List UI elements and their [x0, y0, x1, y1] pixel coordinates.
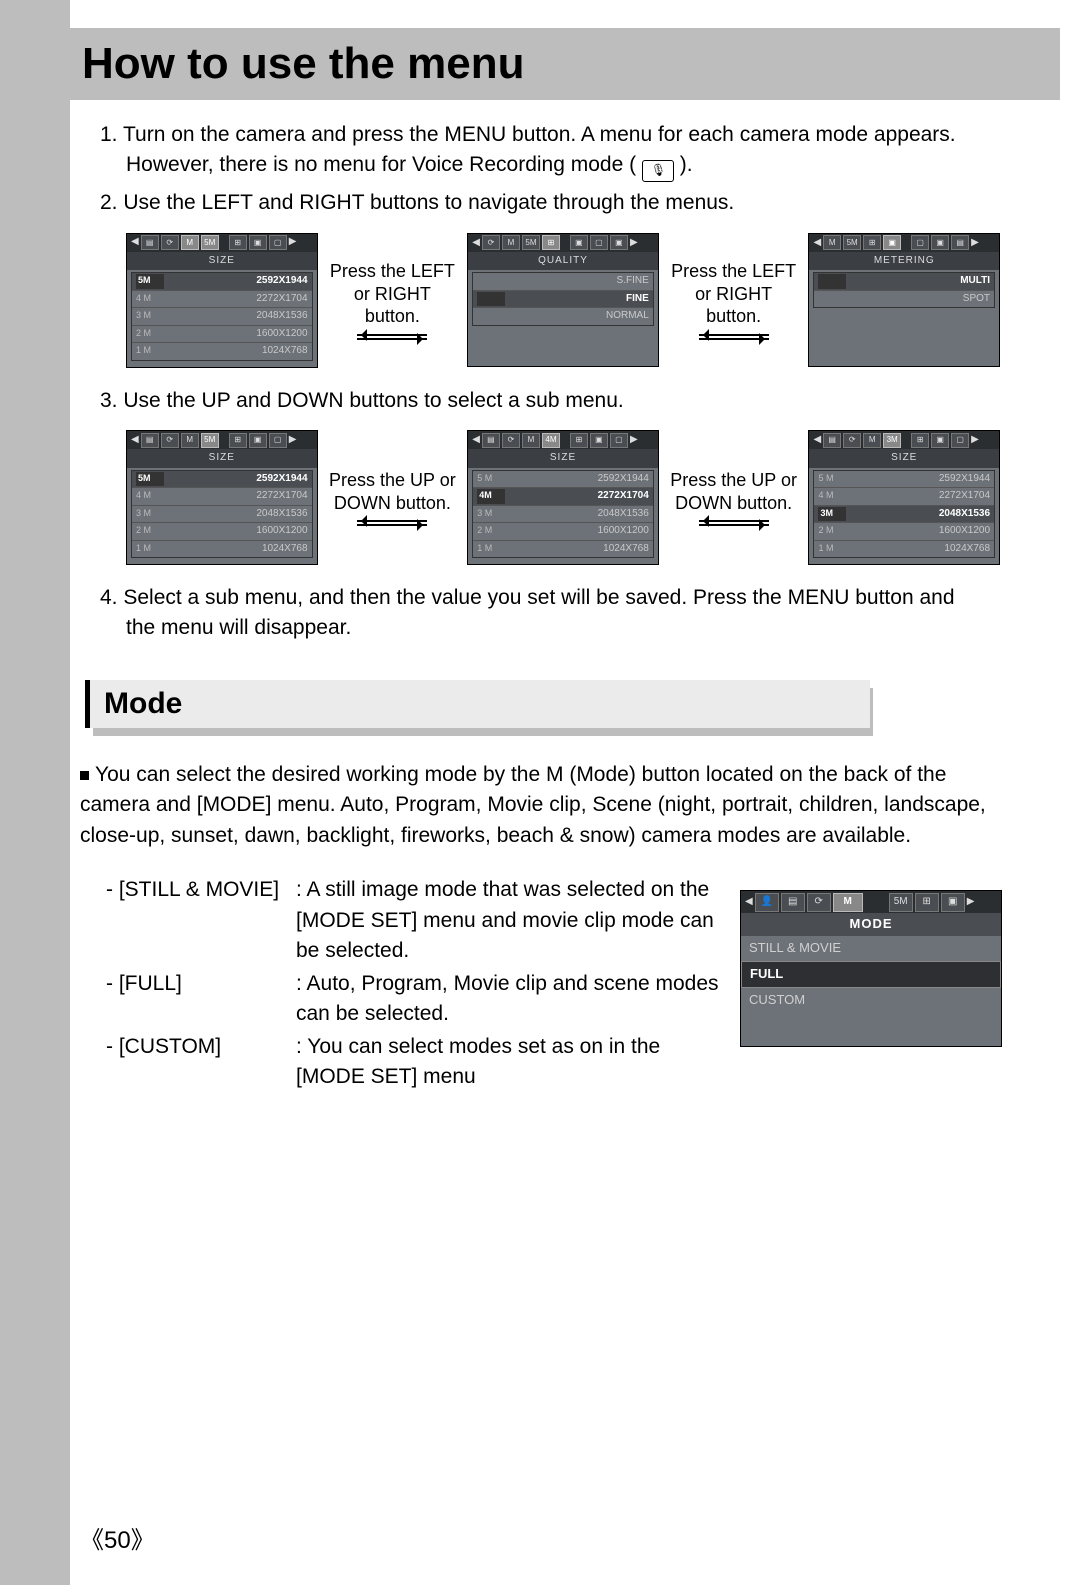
cam-screen-metering: ◀ M5M⊞ ▣ ▢▣▤ ▶ METERING MULTISPOT	[808, 233, 1000, 368]
menu-row: 5 M2592X1944	[473, 471, 653, 489]
menu-row: 1 M1024X768	[132, 343, 312, 360]
mode-section: You can select the desired working mode …	[80, 760, 1000, 1092]
menu-row: CUSTOM	[741, 988, 1001, 1013]
cam-screen-size-5m: ◀ ▤⟳M 5M ⊞▣▢ ▶ SIZE 5M2592X19444 M2272X1…	[126, 430, 318, 565]
mode-item-custom-val: : You can select modes set as on in the …	[296, 1032, 726, 1093]
menu-row: 2 M1600X1200	[132, 326, 312, 344]
step-2: 2. Use the LEFT and RIGHT buttons to nav…	[100, 188, 1000, 218]
menu-row: 2 M1600X1200	[132, 523, 312, 541]
menu-row: MULTI	[814, 273, 994, 291]
mode-heading: Mode	[104, 687, 182, 721]
menu-row: 4 M2272X1704	[814, 488, 994, 506]
step-1: 1. Turn on the camera and press the MENU…	[100, 120, 1000, 182]
mode-option-list: - [STILL & MOVIE] : A still image mode t…	[106, 875, 726, 1092]
mode-intro: You can select the desired working mode …	[80, 760, 1000, 851]
menu-row: 4 M2272X1704	[132, 488, 312, 506]
menu-row: FULL	[741, 961, 1001, 988]
menu-row: 4 M2272X1704	[132, 291, 312, 309]
mode-item-full-key: - [FULL]	[106, 969, 296, 1030]
menu-row: 5M2592X1944	[132, 273, 312, 291]
menu-row: 4M2272X1704	[473, 488, 653, 506]
menu-row: 1 M1024X768	[132, 541, 312, 558]
menu-row: 2 M1600X1200	[473, 523, 653, 541]
ud-instruction-2: Press the UP orDOWN button.	[669, 469, 799, 526]
mode-item-full-val: : Auto, Program, Movie clip and scene mo…	[296, 969, 726, 1030]
menu-row: 1 M1024X768	[473, 541, 653, 558]
mode-heading-bar: Mode	[85, 680, 865, 728]
page-title: How to use the menu	[82, 39, 524, 89]
menu-row: STILL & MOVIE	[741, 936, 1001, 961]
ud-instruction-1: Press the UP orDOWN button.	[328, 469, 458, 526]
lr-instruction-2: Press the LEFTor RIGHT button.	[669, 260, 799, 340]
arrows-lr-icon	[669, 334, 799, 340]
arrows-ud-icon	[328, 520, 458, 526]
step-4: 4. Select a sub menu, and then the value…	[100, 583, 1000, 644]
step-3: 3. Use the UP and DOWN buttons to select…	[100, 386, 1000, 416]
menu-row: SPOT	[814, 291, 994, 308]
square-bullet-icon	[80, 771, 89, 780]
menu-row: 3 M2048X1536	[132, 506, 312, 524]
menu-row: 1 M1024X768	[814, 541, 994, 558]
menu-row: 3 M2048X1536	[473, 506, 653, 524]
page-title-bar: How to use the menu	[70, 28, 1060, 100]
cam-screen-quality: ◀ ⟳M5M ⊞ ▣▢▣ ▶ QUALITY S.FINEFINENORMAL	[467, 233, 659, 368]
menu-row: 3 M2048X1536	[132, 308, 312, 326]
page-number: 《50》	[80, 1520, 155, 1555]
arrows-lr-icon	[328, 334, 458, 340]
row-lr-screens: ◀ ▤⟳M 5M ⊞▣▢ ▶ SIZE 5M2592X19444 M2272X1…	[126, 233, 1000, 368]
menu-row: 5 M2592X1944	[814, 471, 994, 489]
mode-item-custom-key: - [CUSTOM]	[106, 1032, 296, 1093]
page-margin-bar	[0, 0, 70, 1585]
cam-screen-size-4m: ◀ ▤⟳M 4M ⊞▣▢ ▶ SIZE 5 M2592X19444M2272X1…	[467, 430, 659, 565]
main-content: 1. Turn on the camera and press the MENU…	[100, 120, 1000, 650]
mode-menu-screenshot: ◀ 👤▤⟳ M 5M⊞▣ ▶ MODE STILL & MOVIEFULLCUS…	[740, 890, 1000, 1047]
menu-row: FINE	[473, 291, 653, 309]
arrows-ud-icon	[669, 520, 799, 526]
menu-row: S.FINE	[473, 273, 653, 291]
row-ud-screens: ◀ ▤⟳M 5M ⊞▣▢ ▶ SIZE 5M2592X19444 M2272X1…	[126, 430, 1000, 565]
voice-recording-icon: 🎙	[642, 160, 674, 182]
menu-row: 2 M1600X1200	[814, 523, 994, 541]
manual-page: How to use the menu 1. Turn on the camer…	[0, 0, 1080, 1585]
cam-screen-size-1: ◀ ▤⟳M 5M ⊞▣▢ ▶ SIZE 5M2592X19444 M2272X1…	[126, 233, 318, 368]
menu-row: NORMAL	[473, 308, 653, 325]
menu-row: 3M2048X1536	[814, 506, 994, 524]
lr-instruction-1: Press the LEFTor RIGHT button.	[328, 260, 458, 340]
menu-row: 5M2592X1944	[132, 471, 312, 489]
cam-screen-size-3m: ◀ ▤⟳M 3M ⊞▣▢ ▶ SIZE 5 M2592X19444 M2272X…	[808, 430, 1000, 565]
mode-item-still-movie-val: : A still image mode that was selected o…	[296, 875, 726, 966]
mode-item-still-movie-key: - [STILL & MOVIE]	[106, 875, 296, 966]
